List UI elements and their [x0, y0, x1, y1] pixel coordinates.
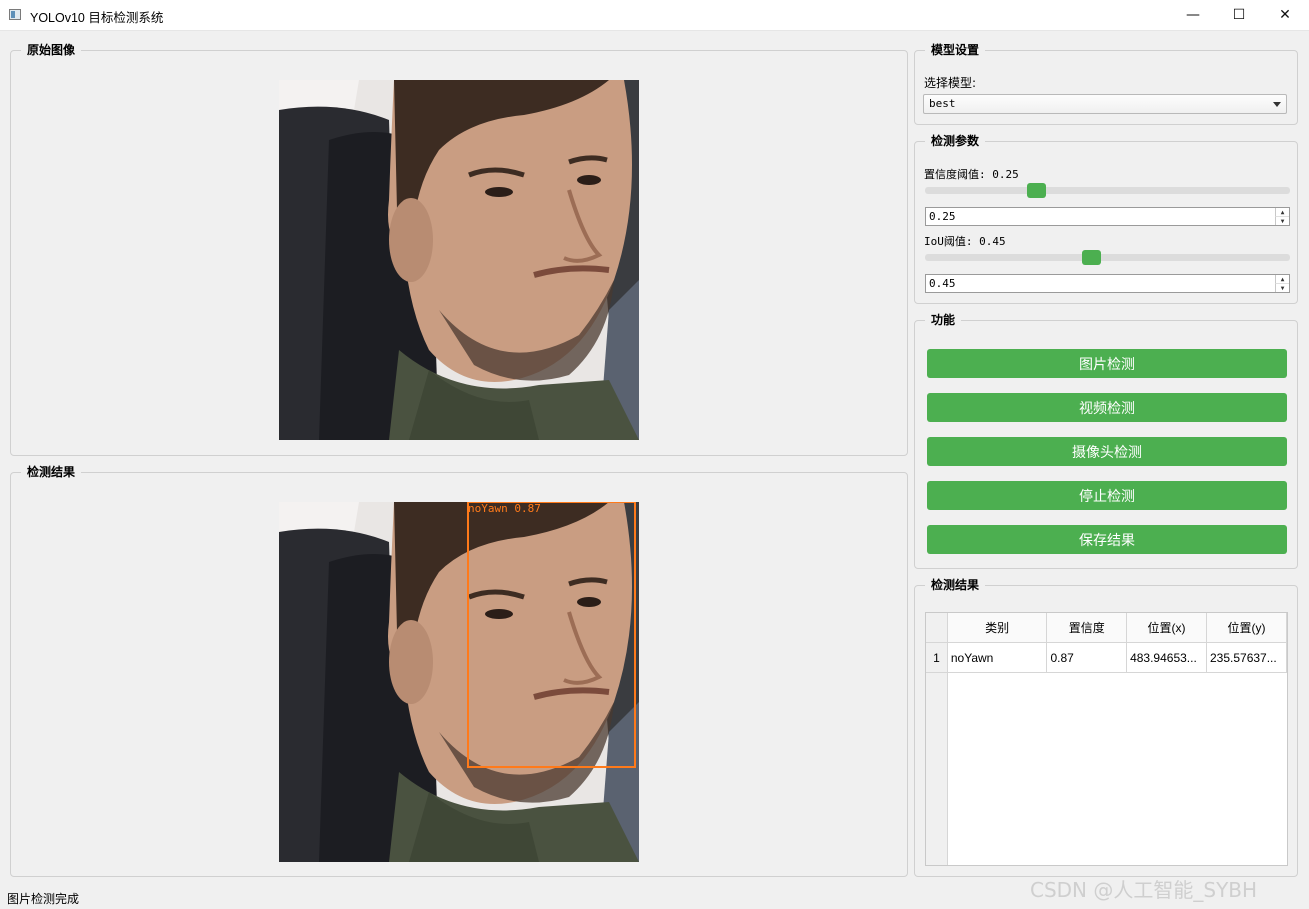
cell-y[interactable]: 235.57637...	[1206, 642, 1287, 673]
select-model-label: 选择模型:	[924, 76, 977, 90]
model-select-value: best	[929, 97, 956, 110]
spin-down-icon[interactable]: ▼	[1275, 217, 1289, 225]
stop-detect-button[interactable]: 停止检测	[927, 481, 1287, 510]
minimize-button[interactable]: —	[1170, 0, 1216, 30]
maximize-button[interactable]: ☐	[1216, 0, 1262, 30]
confidence-slider-handle[interactable]	[1027, 183, 1047, 198]
original-image-group: 原始图像	[10, 42, 908, 456]
table-header-row: 类别 置信度 位置(x) 位置(y)	[926, 613, 1287, 643]
original-image	[279, 80, 639, 440]
model-select[interactable]: best	[923, 94, 1287, 114]
image-detect-button[interactable]: 图片检测	[927, 349, 1287, 378]
model-settings-group: 模型设置 选择模型: best	[914, 42, 1298, 125]
iou-spinbox[interactable]: 0.45 ▲ ▼	[925, 274, 1290, 293]
cell-confidence[interactable]: 0.87	[1046, 642, 1128, 673]
row-index[interactable]: 1	[926, 642, 948, 673]
confidence-threshold-label: 置信度阈值: 0.25	[924, 168, 1019, 181]
close-button[interactable]: ✕	[1262, 0, 1308, 30]
confidence-spinbox[interactable]: 0.25 ▲ ▼	[925, 207, 1290, 226]
detection-params-group: 检测参数 置信度阈值: 0.25 0.25 ▲ ▼ IoU阈值: 0.45 0.…	[914, 133, 1298, 304]
column-header-x[interactable]: 位置(x)	[1126, 613, 1207, 643]
column-header-y[interactable]: 位置(y)	[1206, 613, 1287, 643]
cell-x[interactable]: 483.94653...	[1126, 642, 1207, 673]
confidence-slider[interactable]	[925, 183, 1290, 198]
result-image: noYawn 0.87	[279, 502, 639, 862]
detection-result-title: 检测结果	[21, 464, 82, 480]
camera-detect-button[interactable]: 摄像头检测	[927, 437, 1287, 466]
results-table-group: 检测结果 类别 置信度 位置(x) 位置(y) 1 noYawn 0.87 48…	[914, 577, 1298, 877]
save-result-button[interactable]: 保存结果	[927, 525, 1287, 554]
video-detect-button[interactable]: 视频检测	[927, 393, 1287, 422]
results-table[interactable]: 类别 置信度 位置(x) 位置(y) 1 noYawn 0.87 483.946…	[925, 612, 1288, 866]
watermark: CSDN @人工智能_SYBH	[1030, 878, 1258, 902]
functions-title: 功能	[925, 312, 962, 328]
original-image-title: 原始图像	[21, 42, 82, 58]
iou-threshold-label: IoU阈值: 0.45	[924, 235, 1006, 248]
iou-slider-handle[interactable]	[1081, 250, 1101, 265]
column-header-class[interactable]: 类别	[947, 613, 1048, 643]
spin-down-icon[interactable]: ▼	[1275, 284, 1289, 292]
iou-slider[interactable]	[925, 250, 1290, 265]
table-row[interactable]: 1 noYawn 0.87 483.94653... 235.57637...	[926, 642, 1287, 673]
table-corner[interactable]	[926, 613, 948, 643]
detection-params-title: 检测参数	[925, 133, 986, 149]
row-header-strip	[926, 673, 948, 865]
status-bar-text: 图片检测完成	[7, 892, 80, 906]
title-bar: YOLOv10 目标检测系统 — ☐ ✕	[0, 0, 1309, 31]
results-table-title: 检测结果	[925, 577, 986, 593]
iou-spinbox-value: 0.45	[929, 277, 956, 290]
model-settings-title: 模型设置	[925, 42, 986, 58]
column-header-confidence[interactable]: 置信度	[1046, 613, 1128, 643]
confidence-spinbox-value: 0.25	[929, 210, 956, 223]
cell-class[interactable]: noYawn	[947, 642, 1048, 673]
face-photo-annotated: noYawn 0.87	[279, 502, 639, 862]
results-grid: 类别 置信度 位置(x) 位置(y) 1 noYawn 0.87 483.946…	[926, 613, 1287, 673]
detection-result-group: 检测结果 noYawn 0.87	[10, 464, 908, 877]
app-icon	[9, 9, 21, 20]
detection-box-label: noYawn 0.87	[468, 502, 541, 515]
face-photo	[279, 80, 639, 440]
window-title: YOLOv10 目标检测系统	[30, 11, 164, 25]
functions-group: 功能 图片检测 视频检测 摄像头检测 停止检测 保存结果	[914, 312, 1298, 569]
chevron-down-icon	[1273, 102, 1281, 107]
